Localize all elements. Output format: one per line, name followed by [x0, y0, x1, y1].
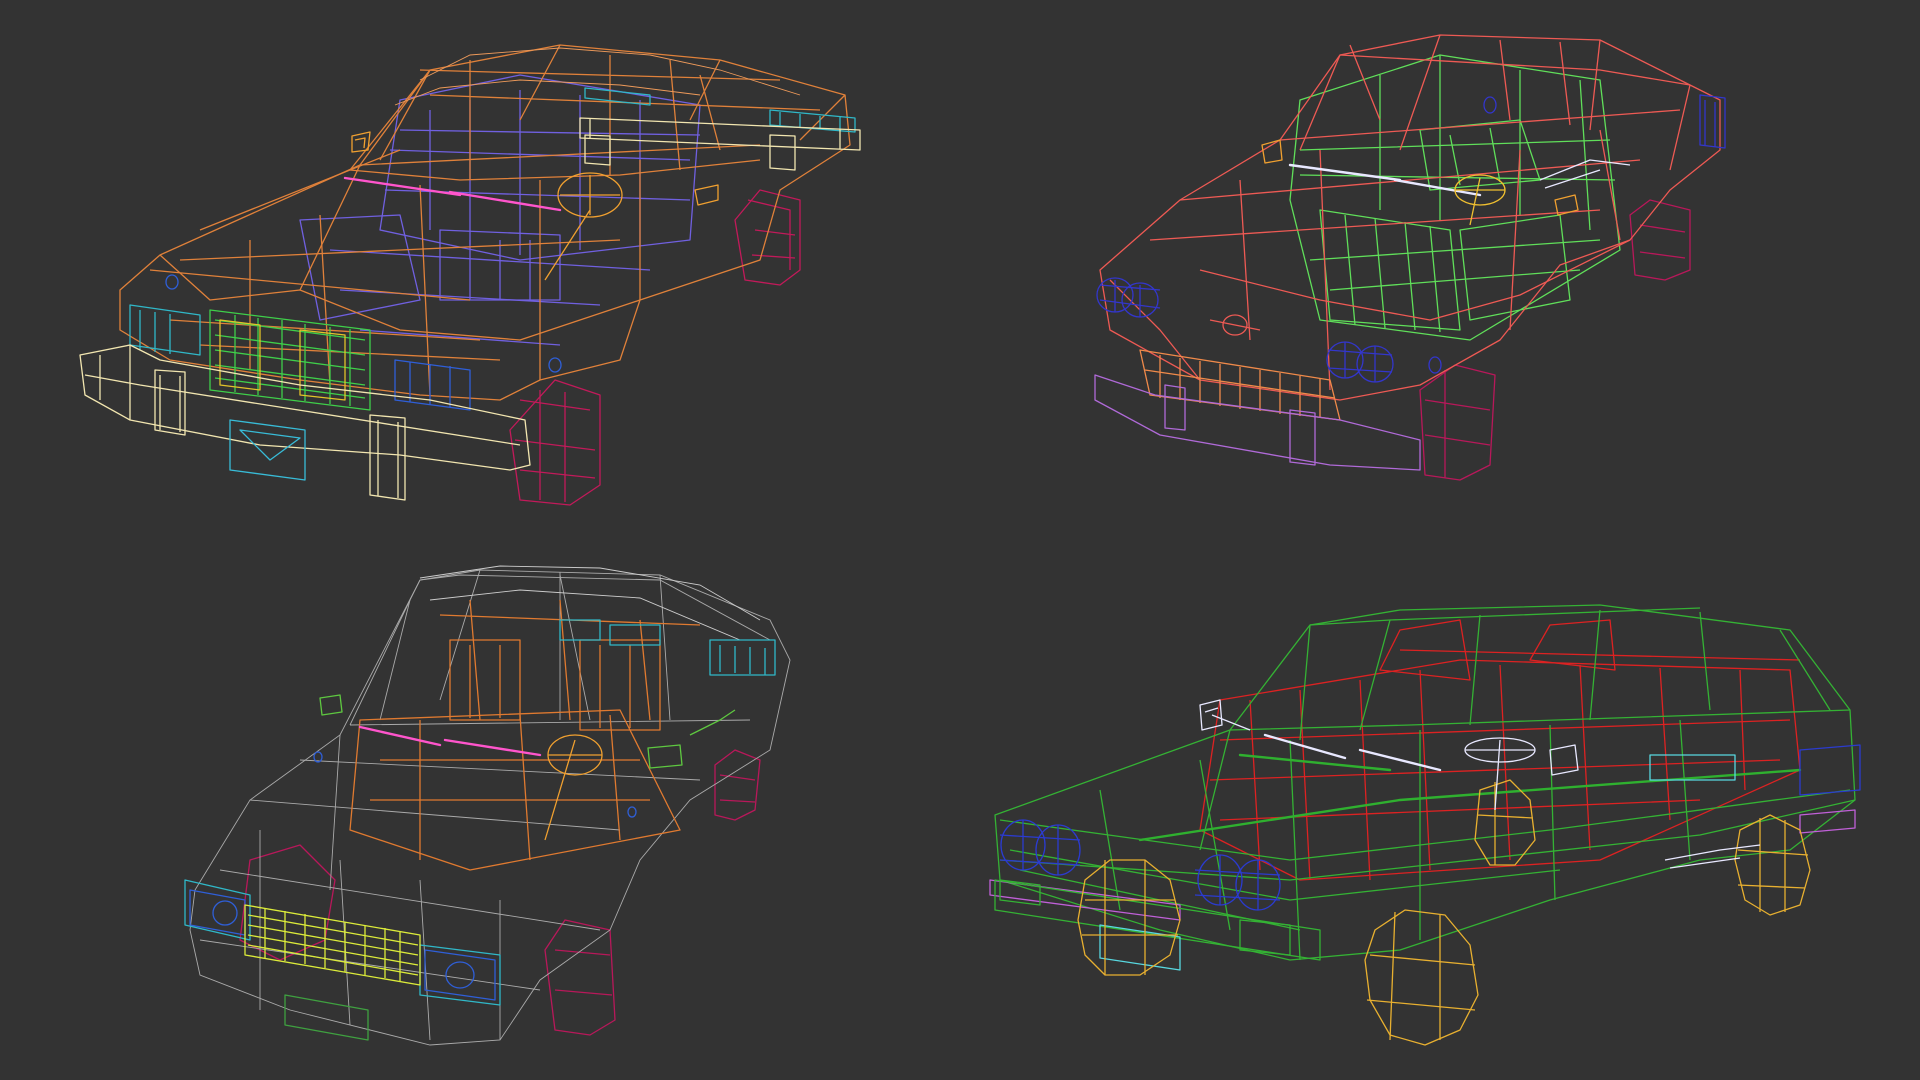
hood-line — [1238, 753, 1392, 772]
body-shell — [1099, 34, 1721, 401]
wheel-front-right — [1419, 364, 1496, 481]
body-shell — [119, 44, 851, 401]
car-model-coupe-red — [1094, 34, 1726, 481]
wiper-left — [358, 725, 442, 747]
front-bumper-lower — [994, 879, 1321, 961]
wiper-left — [1263, 733, 1347, 760]
wheel-front-right — [544, 919, 616, 1036]
car-model-sedan-gray — [184, 565, 791, 1046]
wiper-left — [343, 176, 462, 197]
front-grille — [244, 904, 421, 986]
body-shell — [189, 569, 791, 1046]
headlight-right — [313, 751, 637, 1001]
wheel-rear — [1734, 814, 1811, 916]
headlight-left — [999, 819, 1081, 876]
wiper-right — [1393, 178, 1482, 197]
door-handle — [1664, 844, 1761, 869]
headlight-left — [129, 304, 201, 356]
interior-frame — [349, 599, 701, 871]
side-mirror-left — [319, 694, 343, 716]
wiper-right — [443, 738, 542, 757]
side-mirror-left — [1261, 139, 1283, 164]
wheel-rear — [734, 189, 801, 286]
wheel-front-right — [509, 379, 601, 506]
headlight-right — [165, 274, 562, 411]
steering-wheel — [1464, 737, 1536, 811]
rear-trim — [559, 619, 776, 676]
front-bumper — [1094, 374, 1421, 471]
side-mirror-right — [694, 184, 719, 206]
car-model-hatchback-green — [989, 604, 1861, 1046]
front-grille — [1139, 349, 1341, 421]
headlight-right — [1326, 341, 1394, 383]
license-plate — [229, 419, 306, 481]
car-model-sedan-orange — [79, 44, 861, 506]
license-plate — [284, 994, 369, 1041]
wheel-front-left — [239, 844, 336, 961]
wireframe-scene — [0, 0, 1920, 1080]
front-grille — [209, 309, 371, 411]
viewport-canvas — [79, 34, 1861, 1046]
wheel-rear — [1629, 199, 1691, 281]
hood-emblem — [1209, 314, 1261, 336]
interior-frame — [1289, 54, 1621, 341]
side-mirror-right — [1549, 744, 1579, 776]
rear-light — [1428, 94, 1726, 374]
rear-light — [1799, 744, 1861, 796]
roof-line — [419, 565, 761, 641]
rear-bumper — [579, 117, 861, 171]
wiper-left — [1288, 163, 1402, 182]
